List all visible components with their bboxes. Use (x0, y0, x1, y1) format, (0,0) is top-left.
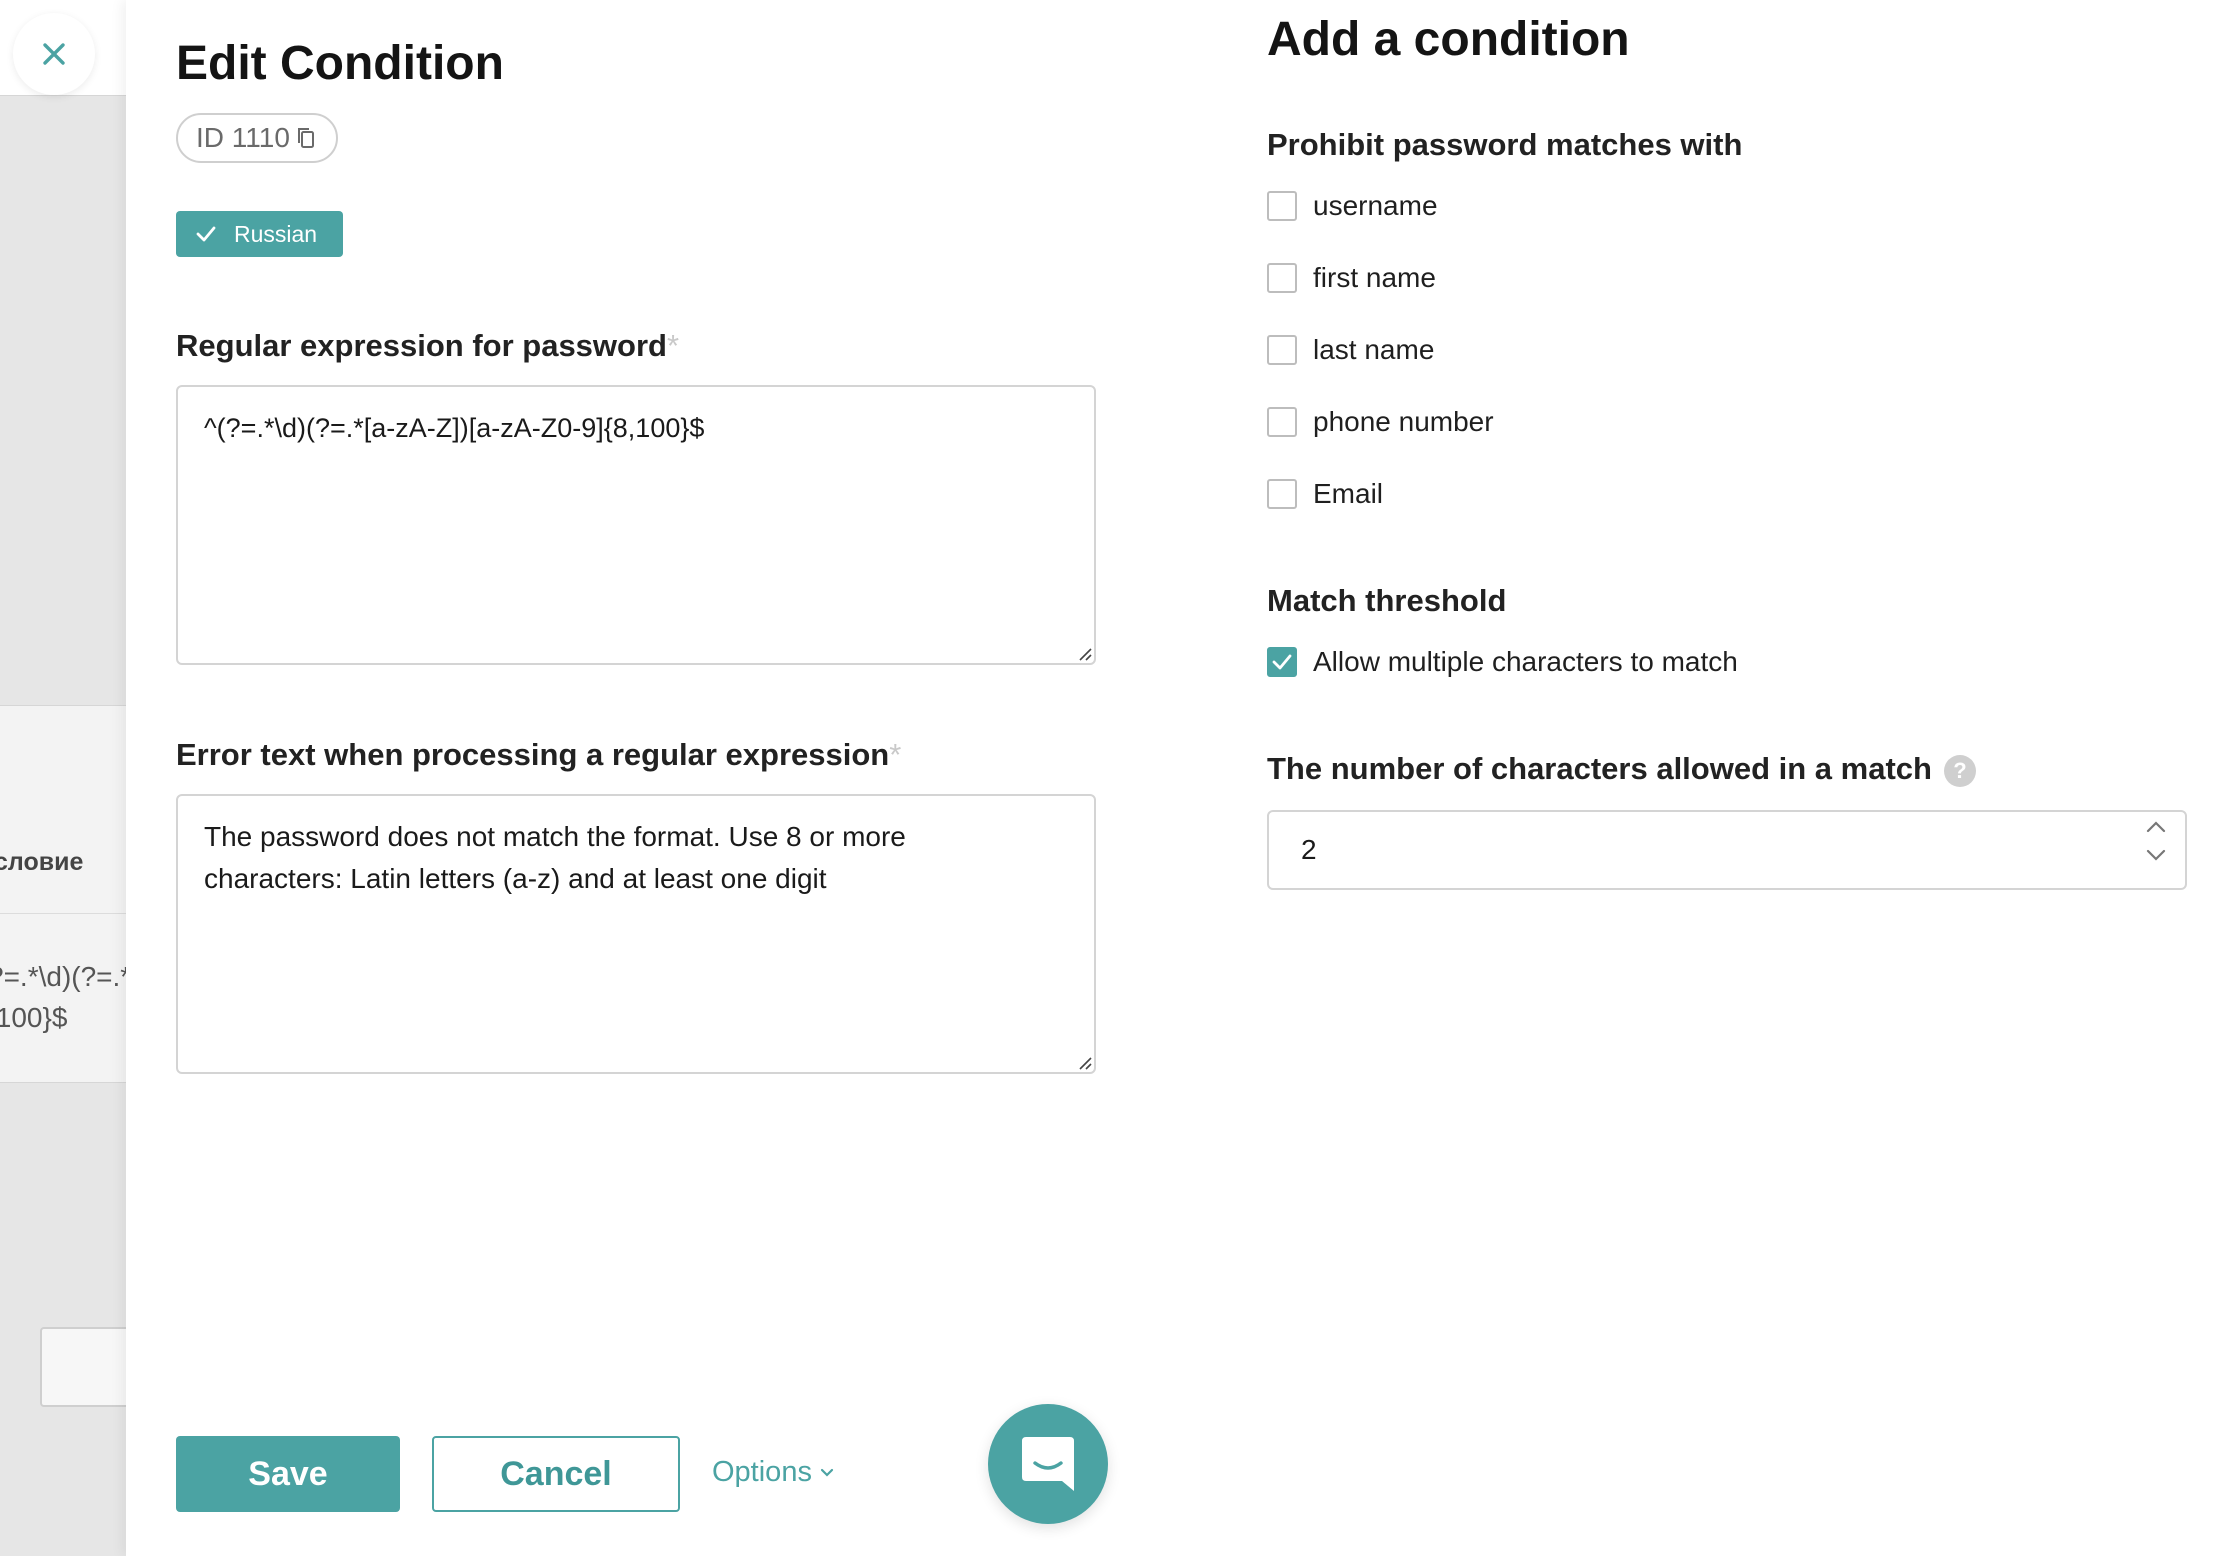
resize-handle-icon[interactable] (1076, 1054, 1092, 1070)
save-button[interactable]: Save (176, 1436, 400, 1512)
cancel-button[interactable]: Cancel (432, 1436, 680, 1512)
checkbox[interactable] (1267, 479, 1297, 509)
number-stepper[interactable] (2145, 820, 2167, 862)
error-textarea[interactable]: The password does not match the format. … (176, 794, 1096, 1074)
threshold-heading: Match threshold (1267, 583, 1507, 618)
option-label: username (1313, 190, 1438, 221)
chevron-down-icon[interactable] (2145, 848, 2167, 862)
option-email[interactable]: Email (1267, 478, 1383, 510)
copy-icon[interactable] (296, 126, 316, 150)
edit-condition-panel: Edit Condition ID 1110 Russian Regular e… (126, 0, 1149, 1556)
option-allow-multiple[interactable]: Allow multiple characters to match (1267, 646, 1738, 678)
background-input (40, 1327, 126, 1407)
regex-label-text: Regular expression for password (176, 328, 667, 363)
close-icon (43, 43, 65, 65)
checkbox[interactable] (1267, 263, 1297, 293)
help-icon[interactable]: ? (1943, 754, 1976, 787)
background-condition-card: словие ?=.*\d)(?=.* ,100}$ (0, 705, 126, 1083)
background-card-header: словие (0, 706, 126, 914)
checkbox-checked[interactable] (1267, 647, 1297, 677)
option-label: Allow multiple characters to match (1313, 646, 1738, 677)
option-label: last name (1313, 334, 1435, 365)
prohibit-heading: Prohibit password matches with (1267, 127, 1743, 162)
characters-number-input[interactable]: 2 (1267, 810, 2187, 890)
close-button[interactable] (13, 13, 95, 95)
id-chip[interactable]: ID 1110 (176, 113, 338, 163)
option-label: first name (1313, 262, 1436, 293)
checkbox[interactable] (1267, 407, 1297, 437)
option-phone-number[interactable]: phone number (1267, 406, 1494, 438)
checkmark-icon (196, 226, 216, 242)
language-badge-label: Russian (234, 220, 318, 247)
options-dropdown[interactable]: Options (712, 1456, 834, 1489)
option-last-name[interactable]: last name (1267, 334, 1434, 366)
option-label: Email (1313, 478, 1384, 509)
option-username[interactable]: username (1267, 190, 1438, 222)
required-mark: * (666, 328, 680, 363)
checkbox[interactable] (1267, 335, 1297, 365)
error-value: The password does not match the format. … (204, 821, 914, 894)
chevron-up-icon[interactable] (2145, 820, 2167, 834)
characters-value: 2 (1301, 834, 1317, 865)
regex-value: ^(?=.*\d)(?=.*[a-zA-Z])[a-zA-Z0-9]{8,100… (204, 413, 705, 443)
background-card-regex: ?=.*\d)(?=.* ,100}$ (0, 961, 126, 1033)
checkmark-icon (1272, 654, 1292, 670)
option-label: phone number (1313, 406, 1494, 437)
required-mark: * (889, 737, 902, 772)
chevron-down-icon (820, 1468, 834, 1477)
options-label: Options (712, 1456, 812, 1488)
add-condition-panel: Add a condition Prohibit password matche… (1149, 0, 2234, 1556)
error-field-label: Error text when processing a regular exp… (176, 737, 901, 773)
regex-field-label: Regular expression for password* (176, 328, 679, 364)
background-page: словие ?=.*\d)(?=.* ,100}$ (0, 0, 126, 1556)
language-badge[interactable]: Russian (176, 211, 343, 257)
regex-textarea[interactable]: ^(?=.*\d)(?=.*[a-zA-Z])[a-zA-Z0-9]{8,100… (176, 385, 1096, 665)
characters-heading-text: The number of characters allowed in a ma… (1267, 751, 1932, 786)
section-title: Add a condition (1267, 13, 1630, 66)
chat-icon (1022, 1437, 1074, 1491)
option-first-name[interactable]: first name (1267, 262, 1436, 294)
chat-button[interactable] (988, 1404, 1108, 1524)
checkbox[interactable] (1267, 191, 1297, 221)
error-label-text: Error text when processing a regular exp… (176, 737, 890, 772)
characters-heading: The number of characters allowed in a ma… (1267, 751, 1976, 787)
resize-handle-icon[interactable] (1076, 645, 1092, 661)
page-title: Edit Condition (176, 37, 504, 90)
id-chip-label: ID 1110 (196, 122, 290, 153)
background-card-title: словие (0, 848, 84, 876)
